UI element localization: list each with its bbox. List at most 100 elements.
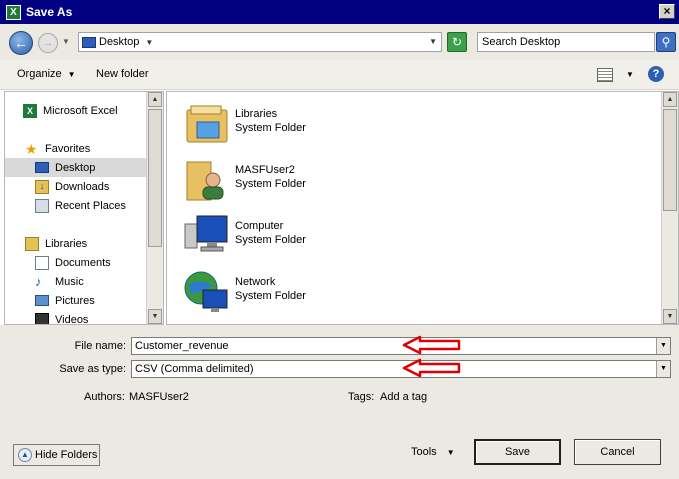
sidebar-item-label: Pictures bbox=[55, 294, 95, 307]
computer-icon bbox=[184, 215, 228, 252]
music-icon: ♪ bbox=[35, 273, 42, 289]
sidebar-item-label: Favorites bbox=[45, 142, 91, 155]
command-toolbar: Organize ▼ New folder ▼ ? bbox=[0, 60, 679, 90]
sidebar-item-label: Downloads bbox=[55, 180, 110, 193]
list-item[interactable]: Libraries System Folder bbox=[183, 100, 483, 152]
tools-label: Tools bbox=[411, 446, 437, 458]
downloads-icon: ↓ bbox=[35, 179, 49, 194]
sidebar-item-label: Music bbox=[55, 275, 84, 288]
breadcrumb-chevron-icon[interactable]: ▼ bbox=[145, 38, 153, 47]
list-item[interactable]: Computer System Folder bbox=[183, 212, 483, 264]
save-button[interactable]: Save bbox=[474, 439, 561, 465]
sidebar-item-pictures[interactable]: Pictures bbox=[35, 291, 163, 310]
user-folder-icon bbox=[186, 161, 224, 201]
scroll-down-icon[interactable]: ▼ bbox=[148, 309, 162, 324]
save-as-type-select[interactable]: CSV (Comma delimited) ▼ bbox=[131, 360, 671, 378]
help-icon[interactable]: ? bbox=[648, 66, 664, 82]
file-list-scrollbar[interactable]: ▲ ▼ bbox=[661, 92, 678, 324]
file-type: System Folder bbox=[235, 234, 306, 246]
sidebar-item-microsoft-excel[interactable]: X Microsoft Excel bbox=[23, 101, 163, 120]
sidebar-item-documents[interactable]: Documents bbox=[35, 253, 163, 272]
sidebar-item-music[interactable]: ♪ Music bbox=[35, 272, 163, 291]
search-input[interactable]: Search Desktop bbox=[477, 32, 655, 52]
excel-icon: X bbox=[23, 103, 37, 118]
navigation-pane[interactable]: X Microsoft Excel ★ Favorites Desktop ↓ … bbox=[4, 91, 164, 325]
refresh-button[interactable]: ↻ bbox=[447, 32, 467, 52]
libraries-icon bbox=[25, 236, 39, 251]
sidebar-item-label: Recent Places bbox=[55, 199, 126, 212]
title-bar: X Save As × bbox=[0, 0, 679, 24]
file-name: Computer bbox=[235, 220, 284, 232]
cancel-button[interactable]: Cancel bbox=[574, 439, 661, 465]
sidebar-item-label: Desktop bbox=[55, 161, 96, 174]
forward-button[interactable]: → bbox=[38, 33, 58, 53]
scrollbar-thumb[interactable] bbox=[148, 109, 162, 247]
sidebar-item-recent-places[interactable]: Recent Places bbox=[35, 196, 163, 215]
view-options-chevron-icon[interactable]: ▼ bbox=[626, 70, 634, 79]
sidebar-item-libraries[interactable]: Libraries bbox=[25, 234, 163, 253]
annotation-arrow-icon bbox=[402, 358, 461, 378]
file-name-field[interactable]: Customer_revenue ▼ bbox=[131, 337, 671, 355]
annotation-arrow-icon bbox=[402, 335, 461, 355]
address-row: ← → ▼ Desktop ▼ ▼ ↻ Search Desktop ⚲ bbox=[0, 24, 679, 60]
new-folder-button[interactable]: New folder bbox=[96, 68, 149, 80]
sidebar-item-label: Libraries bbox=[45, 237, 88, 250]
file-type: System Folder bbox=[235, 178, 306, 190]
documents-icon bbox=[35, 255, 49, 270]
address-bar[interactable]: Desktop ▼ ▼ bbox=[78, 32, 442, 52]
file-name: Libraries bbox=[235, 108, 278, 120]
sidebar-item-desktop[interactable]: Desktop bbox=[5, 158, 147, 177]
organize-label: Organize bbox=[17, 68, 62, 80]
file-name: Network bbox=[235, 276, 276, 288]
tags-label: Tags: bbox=[348, 391, 375, 403]
scroll-up-icon[interactable]: ▲ bbox=[148, 92, 162, 107]
file-name-label: File name: bbox=[74, 340, 126, 352]
recent-places-icon bbox=[35, 198, 49, 213]
save-as-type-value: CSV (Comma delimited) bbox=[135, 363, 254, 375]
change-view-icon[interactable] bbox=[597, 68, 613, 82]
organize-chevron-icon: ▼ bbox=[67, 70, 76, 79]
network-icon bbox=[184, 271, 228, 312]
window-title: Save As bbox=[26, 5, 73, 19]
tools-chevron-icon: ▼ bbox=[446, 448, 455, 457]
scroll-down-icon[interactable]: ▼ bbox=[663, 309, 677, 324]
libraries-folder-icon bbox=[186, 105, 228, 143]
excel-app-icon: X bbox=[6, 4, 21, 20]
videos-icon bbox=[35, 312, 49, 324]
collapse-chevron-icon: ▲ bbox=[18, 448, 32, 462]
pictures-icon bbox=[35, 295, 49, 306]
authors-value[interactable]: MASFUser2 bbox=[129, 391, 189, 403]
file-type: System Folder bbox=[235, 122, 306, 134]
tags-value[interactable]: Add a tag bbox=[380, 391, 427, 403]
sidebar-item-videos[interactable]: Videos bbox=[35, 310, 163, 324]
list-item[interactable]: Network System Folder bbox=[183, 268, 483, 320]
file-name-value: Customer_revenue bbox=[135, 340, 229, 352]
navigation-scrollbar[interactable]: ▲ ▼ bbox=[146, 92, 163, 324]
search-icon[interactable]: ⚲ bbox=[656, 32, 676, 52]
address-dropdown-icon[interactable]: ▼ bbox=[429, 37, 437, 46]
file-list[interactable]: Libraries System Folder MASFUser2 System… bbox=[166, 91, 679, 325]
sidebar-item-downloads[interactable]: ↓ Downloads bbox=[35, 177, 163, 196]
desktop-icon bbox=[82, 36, 96, 48]
organize-button[interactable]: Organize ▼ bbox=[17, 68, 76, 80]
file-name-dropdown-icon[interactable]: ▼ bbox=[656, 338, 670, 354]
file-name: MASFUser2 bbox=[235, 164, 295, 176]
address-location[interactable]: Desktop bbox=[99, 36, 139, 48]
sidebar-item-label: Documents bbox=[55, 256, 111, 269]
scroll-up-icon[interactable]: ▲ bbox=[663, 92, 677, 107]
hide-folders-button[interactable]: ▲ Hide Folders bbox=[13, 444, 100, 466]
authors-label: Authors: bbox=[84, 391, 125, 403]
save-as-type-dropdown-icon[interactable]: ▼ bbox=[656, 361, 670, 377]
star-icon: ★ bbox=[25, 140, 38, 157]
close-button[interactable]: × bbox=[659, 4, 675, 19]
hide-folders-label: Hide Folders bbox=[35, 449, 98, 461]
sidebar-item-favorites[interactable]: ★ Favorites bbox=[25, 139, 163, 158]
list-item[interactable]: MASFUser2 System Folder bbox=[183, 156, 483, 208]
scrollbar-thumb[interactable] bbox=[663, 109, 677, 211]
back-button[interactable]: ← bbox=[9, 31, 33, 55]
tools-button[interactable]: Tools ▼ bbox=[411, 446, 455, 458]
recent-locations-chevron-icon[interactable]: ▼ bbox=[62, 37, 72, 47]
save-as-type-label: Save as type: bbox=[59, 363, 126, 375]
file-type: System Folder bbox=[235, 290, 306, 302]
save-options-panel: File name: Customer_revenue ▼ Save as ty… bbox=[0, 325, 679, 479]
